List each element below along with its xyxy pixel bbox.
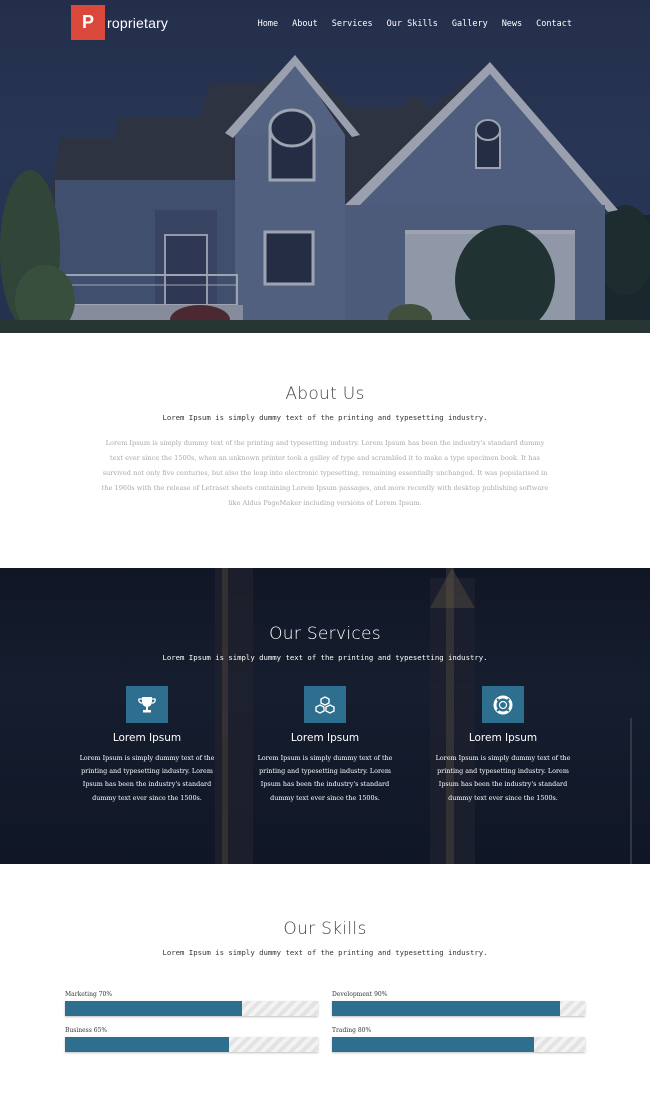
services-subtitle: Lorem Ipsum is simply dummy text of the … [162, 653, 488, 662]
skill-bar: Business 65% [65, 1027, 318, 1052]
service-text: Lorem Ipsum is simply dummy text of the … [257, 754, 393, 802]
skill-bar: Trading 80% [332, 1027, 585, 1052]
service-title: Lorem Ipsum [112, 732, 182, 744]
service-title: Lorem Ipsum [290, 732, 360, 744]
service-card: Lorem Ipsum Lorem Ipsum is simply dummy … [433, 686, 573, 805]
house-hero-image [0, 0, 650, 333]
nav-services[interactable]: Services [332, 19, 373, 29]
brand-logo[interactable]: P roprietary [71, 5, 168, 40]
services-title: Our Services [269, 624, 381, 644]
skill-fill [65, 1037, 230, 1052]
skill-track [65, 1001, 318, 1016]
skill-fill [332, 1037, 535, 1052]
service-title: Lorem Ipsum [468, 732, 538, 744]
services-list: Lorem Ipsum Lorem Ipsum is simply dummy … [0, 686, 650, 846]
services-section: Our Services Lorem Ipsum is simply dummy… [0, 568, 650, 864]
logo-text: roprietary [107, 14, 169, 31]
service-card: Lorem Ipsum Lorem Ipsum is simply dummy … [77, 686, 217, 805]
skill-label: Marketing 70% [65, 991, 113, 998]
skill-fill [332, 1001, 560, 1016]
trophy-icon[interactable] [126, 686, 168, 723]
nav-contact[interactable]: Contact [536, 19, 572, 29]
service-card: Lorem Ipsum Lorem Ipsum is simply dummy … [255, 686, 395, 805]
cubes-icon[interactable] [304, 686, 346, 723]
skills-title: Our Skills [283, 919, 367, 939]
skill-bar: Development 90% [332, 991, 585, 1016]
about-subtitle: Lorem Ipsum is simply dummy text of the … [162, 413, 488, 422]
nav-gallery[interactable]: Gallery [452, 19, 488, 29]
skill-track [332, 1037, 585, 1052]
nav-our-skills[interactable]: Our Skills [387, 19, 438, 29]
skill-label: Trading 80% [332, 1027, 372, 1034]
skills-section: Our Skills Lorem Ipsum is simply dummy t… [0, 864, 650, 1094]
skill-track [332, 1001, 585, 1016]
logo-initial: P [71, 5, 105, 40]
skill-label: Business 65% [65, 1027, 108, 1034]
hero-banner: P roprietary Home About Services Our Ski… [0, 0, 650, 333]
service-text: Lorem Ipsum is simply dummy text of the … [79, 754, 215, 802]
skill-fill [65, 1001, 243, 1016]
skills-subtitle: Lorem Ipsum is simply dummy text of the … [162, 948, 488, 957]
main-navigation: Home About Services Our Skills Gallery N… [258, 19, 572, 29]
life-ring-icon[interactable] [482, 686, 524, 723]
about-body: Lorem Ipsum is simply dummy text of the … [101, 439, 549, 507]
nav-about[interactable]: About [292, 19, 318, 29]
skill-track [65, 1037, 318, 1052]
service-text: Lorem Ipsum is simply dummy text of the … [435, 754, 571, 802]
about-title: About Us [285, 384, 365, 404]
skill-label: Development 90% [332, 991, 388, 998]
nav-news[interactable]: News [502, 19, 522, 29]
nav-home[interactable]: Home [258, 19, 278, 29]
skill-bar: Marketing 70% [65, 991, 318, 1016]
about-section: About Us Lorem Ipsum is simply dummy tex… [0, 333, 650, 568]
